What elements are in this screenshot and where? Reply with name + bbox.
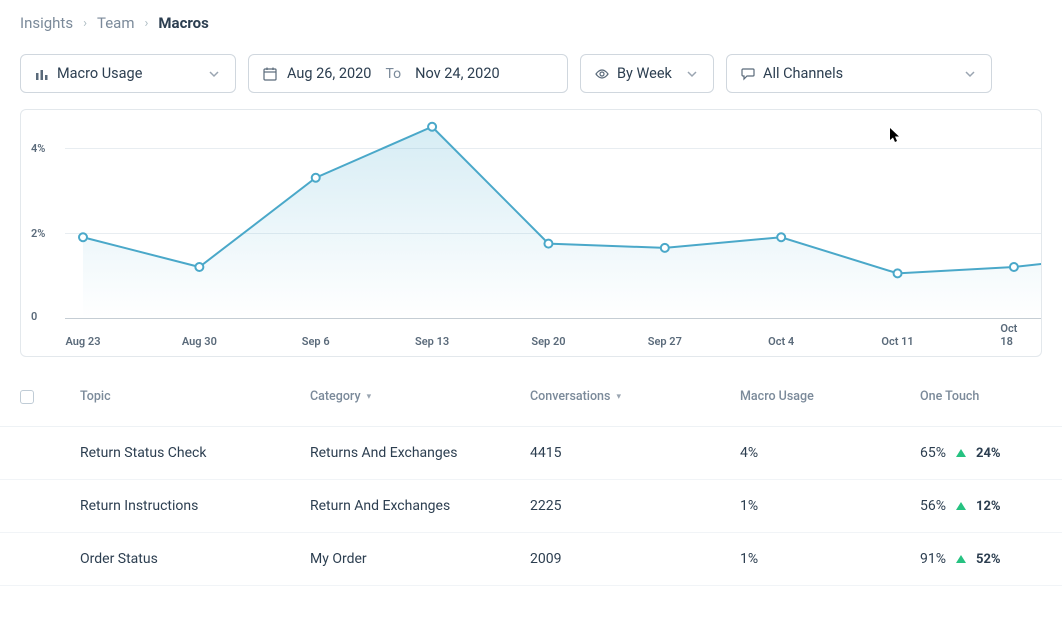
- xtick: Sep 13: [415, 335, 449, 348]
- cell-one-touch: 56% 12%: [920, 498, 1062, 514]
- cell-conversations: 2009: [530, 551, 740, 567]
- table-header: Topic Category▾ Conversations▾ Macro Usa…: [0, 373, 1062, 427]
- cell-macro-usage: 1%: [740, 551, 920, 567]
- cell-topic: Order Status: [80, 551, 310, 567]
- channel-select[interactable]: All Channels: [726, 54, 992, 93]
- xtick: Aug 23: [66, 335, 101, 348]
- cell-macro-usage: 4%: [740, 445, 920, 461]
- header-one-touch[interactable]: One Touch: [920, 389, 1062, 404]
- xtick: Sep 20: [531, 335, 565, 348]
- cell-conversations: 4415: [530, 445, 740, 461]
- ytick-2: 2%: [31, 227, 45, 240]
- cell-one-touch: 91% 52%: [920, 551, 1062, 567]
- date-range-picker[interactable]: Aug 26, 2020 To Nov 24, 2020: [248, 54, 568, 93]
- macro-usage-select[interactable]: Macro Usage: [20, 54, 236, 93]
- cell-macro-usage: 1%: [740, 498, 920, 514]
- cell-conversations: 2225: [530, 498, 740, 514]
- chevron-right-icon: ›: [145, 16, 149, 31]
- cell-topic: Return Status Check: [80, 445, 310, 461]
- xtick: Aug 30: [182, 335, 217, 348]
- breadcrumb-level-1[interactable]: Insights: [20, 14, 73, 32]
- cell-topic: Return Instructions: [80, 498, 310, 514]
- date-from: Aug 26, 2020: [287, 65, 371, 82]
- date-to-label: To: [385, 66, 401, 82]
- triangle-up-icon: [956, 502, 966, 510]
- chevron-down-icon: [685, 67, 699, 81]
- calendar-icon: [263, 67, 277, 81]
- header-topic[interactable]: Topic: [80, 389, 310, 404]
- channel-label: All Channels: [763, 65, 843, 82]
- breadcrumb: Insights › Team › Macros: [0, 0, 1062, 38]
- triangle-up-icon: [956, 449, 966, 457]
- breadcrumb-level-2[interactable]: Team: [97, 14, 135, 32]
- table-row[interactable]: Return Status Check Returns And Exchange…: [0, 427, 1062, 480]
- select-all-checkbox[interactable]: [20, 390, 34, 404]
- cursor-pointer-icon: [890, 128, 902, 148]
- eye-icon: [595, 67, 609, 81]
- chevron-right-icon: ›: [83, 16, 87, 31]
- group-by-label: By Week: [617, 65, 672, 82]
- chevron-down-icon: [207, 67, 221, 81]
- filter-bar: Macro Usage Aug 26, 2020 To Nov 24, 2020…: [0, 38, 1062, 109]
- table-row[interactable]: Return Instructions Return And Exchanges…: [0, 480, 1062, 533]
- cell-category: Return And Exchanges: [310, 498, 530, 514]
- ytick-4: 4%: [31, 142, 45, 155]
- macro-usage-label: Macro Usage: [57, 65, 142, 82]
- chat-icon: [741, 67, 755, 81]
- ytick-0: 0: [31, 310, 37, 323]
- topics-table: Topic Category▾ Conversations▾ Macro Usa…: [0, 373, 1062, 586]
- chevron-down-icon: ▾: [367, 392, 372, 402]
- chevron-down-icon: ▾: [616, 392, 621, 402]
- table-row[interactable]: Order Status My Order 2009 1% 91% 52%: [0, 533, 1062, 586]
- xtick: Oct 18: [1000, 322, 1027, 348]
- cell-category: Returns And Exchanges: [310, 445, 530, 461]
- bar-icon: [35, 67, 49, 81]
- macro-usage-chart: 4% 2% 0 Aug 23 Aug 30 Sep 6 Sep 13 Sep 20 Sep…: [20, 109, 1042, 357]
- chevron-down-icon: [963, 67, 977, 81]
- xtick: Sep 27: [648, 335, 682, 348]
- header-macro-usage[interactable]: Macro Usage: [740, 389, 920, 404]
- group-by-select[interactable]: By Week: [580, 54, 714, 93]
- header-category[interactable]: Category▾: [310, 389, 530, 404]
- cell-category: My Order: [310, 551, 530, 567]
- xtick: Oct 4: [768, 335, 794, 348]
- triangle-up-icon: [956, 555, 966, 563]
- xtick: Oct 11: [881, 335, 913, 348]
- header-conversations[interactable]: Conversations▾: [530, 389, 740, 404]
- xtick: Sep 6: [302, 335, 330, 348]
- date-to: Nov 24, 2020: [415, 65, 499, 82]
- breadcrumb-current: Macros: [158, 14, 208, 32]
- cell-one-touch: 65% 24%: [920, 445, 1062, 461]
